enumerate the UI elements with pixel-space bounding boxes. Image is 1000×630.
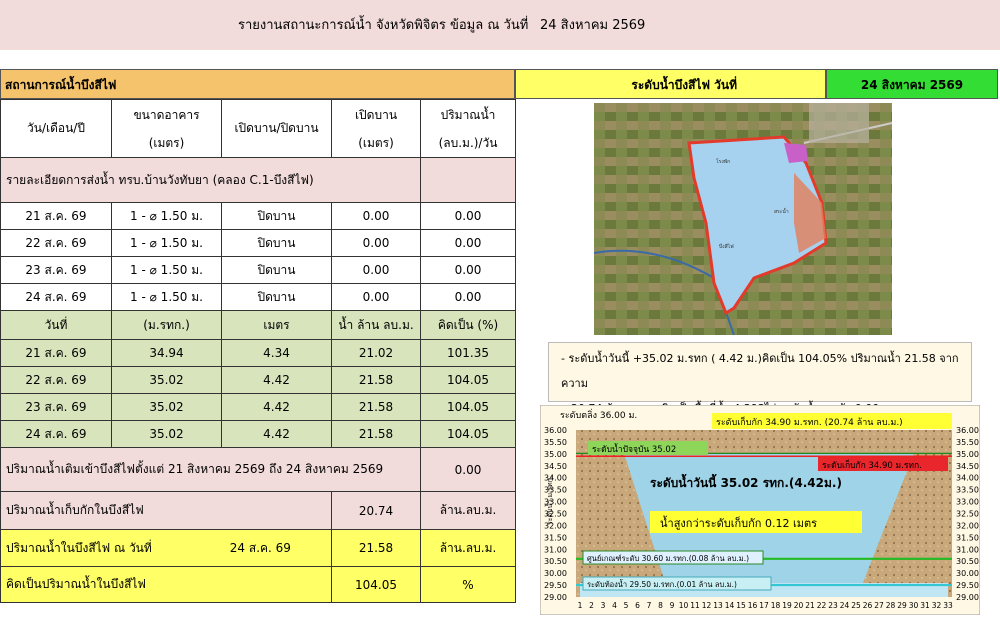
x-tick-label: 24: [840, 601, 850, 610]
table-row: 23 ส.ค. 69 35.02 4.42 21.58 104.05: [0, 393, 516, 421]
y-tick-label: 35.50: [956, 438, 979, 447]
above-storage-text: น้ำสูงกว่าระดับเก็บกัก 0.12 เมตร: [660, 515, 817, 530]
x-tick-label: 1: [578, 601, 583, 610]
storage-level-tag: ระดับเก็บกัก 34.90 ม.รทก.: [822, 459, 922, 471]
x-tick-label: 27: [874, 601, 884, 610]
table-row: 24 ส.ค. 69 35.02 4.42 21.58 104.05: [0, 420, 516, 448]
x-tick-label: 22: [817, 601, 827, 610]
y-tick-label: 34.50: [956, 462, 979, 471]
dead-storage-tag: ศูนย์เกณฑ์ระดับ 30.60 ม.รทก.(0.08 ล้าน ล…: [587, 554, 749, 563]
x-tick-label: 15: [736, 601, 746, 610]
x-tick-label: 19: [782, 601, 792, 610]
level-banner-label: ระดับน้ำบึงสีไฟ วันที่: [515, 69, 826, 99]
y-tick-label: 34.50: [544, 462, 567, 471]
current-level-tag: ระดับน้ำปัจจุบัน 35.02: [592, 443, 676, 455]
table-row: 22 ส.ค. 69 35.02 4.42 21.58 104.05: [0, 366, 516, 394]
y-tick-label: 30.50: [956, 557, 979, 566]
col-header-open-m: เปิดบาน (เมตร): [331, 99, 421, 158]
x-tick-label: 16: [748, 601, 758, 610]
report-header: รายงานสถานะการณ์น้ำ จังหวัดพิจิตร ข้อมูล…: [0, 0, 1000, 50]
x-tick-label: 18: [771, 601, 781, 610]
x-tick-label: 31: [920, 601, 930, 610]
report-date: 24 สิงหาคม 2569: [540, 18, 646, 33]
x-tick-label: 32: [932, 601, 942, 610]
x-tick-label: 3: [601, 601, 606, 610]
today-level-text: ระดับน้ำวันนี้ 35.02 รทก.(4.42ม.): [650, 473, 842, 490]
x-tick-label: 7: [647, 601, 652, 610]
section-title: สถานการณ์น้ำบึงสีไฟ: [0, 69, 515, 99]
gate-detail: รายละเอียดการส่งน้ำ ทรบ.บ้านวังทับยา (คล…: [0, 157, 421, 203]
y-tick-label: 34.00: [956, 474, 979, 483]
y-tick-label: 32.00: [956, 521, 979, 530]
y-tick-label: 36.00: [544, 426, 567, 435]
y-tick-label: 35.50: [544, 438, 567, 447]
y-tick-label: 35.00: [544, 450, 567, 459]
x-tick-label: 28: [886, 601, 896, 610]
y-tick-label: 29.00: [956, 593, 979, 602]
x-tick-label: 13: [713, 601, 723, 610]
col-header-size: ขนาดอาคาร (เมตร): [111, 99, 222, 158]
table-row: 21 ส.ค. 69 34.94 4.34 21.02 101.35: [0, 339, 516, 367]
col-header-date: วัน/เดือน/ปี: [0, 99, 112, 158]
x-tick-label: 33: [943, 601, 953, 610]
map-label-police: โรงพัก: [716, 158, 730, 165]
map-label-bueng: บึงสีไฟ: [719, 243, 734, 250]
x-tick-label: 8: [658, 601, 663, 610]
y-tick-label: 31.00: [544, 545, 567, 554]
y-tick-label: 31.00: [956, 545, 979, 554]
reservoir-cross-section: 36.00 35.50 35.00 34.50 34.00 33.50 33.00 32.50…: [540, 405, 980, 615]
y-tick-label: 30.00: [544, 569, 567, 578]
y-tick-label: 32.50: [956, 510, 979, 519]
level-header-row: วันที่ (ม.รทก.) เมตร น้ำ ล้าน ลบ.ม. คิดเป็น …: [0, 310, 516, 340]
x-tick-label: 5: [624, 601, 629, 610]
col-header-gate-status: เปิดบาน/ปิดบาน: [221, 99, 332, 158]
level-banner-date: 24 สิงหาคม 2569: [826, 69, 998, 99]
summary-capacity-row: ปริมาณน้ำเก็บกักในบึงสีไฟ 20.74 ล้าน.ลบ.…: [0, 491, 516, 530]
x-tick-label: 10: [679, 601, 689, 610]
summary-added-row: ปริมาณน้ำเติมเข้าบึงสีไฟตั้งแต่ 21 สิงหา…: [0, 447, 516, 492]
x-tick-label: 17: [759, 601, 769, 610]
x-tick-label: 9: [670, 601, 675, 610]
y-tick-label: 33.00: [956, 498, 979, 507]
summary-current-row: ปริมาณน้ำในบึงสีไฟ ณ วันที่ 24 ส.ค. 69 21…: [0, 529, 516, 567]
report-title: รายงานสถานะการณ์น้ำ จังหวัดพิจิตร ข้อมูล…: [238, 18, 529, 33]
y-tick-label: 29.50: [544, 581, 567, 590]
y-tick-label: 29.50: [956, 581, 979, 590]
x-tick-label: 14: [725, 601, 735, 610]
x-tick-label: 2: [589, 601, 594, 610]
status-note-line1: - ระดับน้ำวันนี้ +35.02 ม.รทก ( 4.42 ม.)…: [561, 352, 959, 390]
gate-table: วัน/เดือน/ปี ขนาดอาคาร (เมตร) เปิดบาน/ปิด…: [0, 99, 516, 603]
y-tick-label: 31.50: [544, 533, 567, 542]
x-tick-label: 25: [851, 601, 861, 610]
summary-percent-row: คิดเป็นปริมาณน้ำในบึงสีไฟ 104.05 %: [0, 566, 516, 603]
y-tick-label: 33.50: [956, 486, 979, 495]
y-tick-label: 30.00: [956, 569, 979, 578]
reservoir-satellite-map: โรงพัก สระน้ำ บึงสีไฟ: [594, 103, 892, 335]
x-tick-label: 23: [828, 601, 838, 610]
y-tick-label: 29.00: [544, 593, 567, 602]
table-row: 23 ส.ค. 69 1 - ⌀ 1.50 ม. ปิดบาน 0.00 0.00: [0, 256, 516, 284]
x-tick-label: 20: [794, 601, 804, 610]
y-tick-label: 30.50: [544, 557, 567, 566]
x-tick-label: 30: [909, 601, 919, 610]
col-header-volume: ปริมาณน้ำ (ลบ.ม.)/วัน: [420, 99, 516, 158]
x-tick-label: 12: [702, 601, 712, 610]
bottom-level-tag: ระดับท้องน้ำ 29.50 ม.รทก.(0.01 ล้าน ลบ.ม…: [587, 579, 737, 589]
x-tick-label: 29: [897, 601, 907, 610]
y-tick-label: 35.00: [956, 450, 979, 459]
x-tick-label: 6: [635, 601, 640, 610]
x-tick-label: 4: [612, 601, 617, 610]
y-tick-label: 31.50: [956, 533, 979, 542]
y-tick-label: 36.00: [956, 426, 979, 435]
table-row: 22 ส.ค. 69 1 - ⌀ 1.50 ม. ปิดบาน 0.00 0.00: [0, 229, 516, 257]
table-row: 21 ส.ค. 69 1 - ⌀ 1.50 ม. ปิดบาน 0.00 0.00: [0, 202, 516, 230]
x-tick-label: 21: [805, 601, 815, 610]
x-tick-label: 26: [863, 601, 873, 610]
status-note: - ระดับน้ำวันนี้ +35.02 ม.รทก ( 4.42 ม.)…: [548, 342, 972, 415]
table-row: 24 ส.ค. 69 1 - ⌀ 1.50 ม. ปิดบาน 0.00 0.00: [0, 283, 516, 311]
x-tick-label: 11: [690, 601, 700, 610]
